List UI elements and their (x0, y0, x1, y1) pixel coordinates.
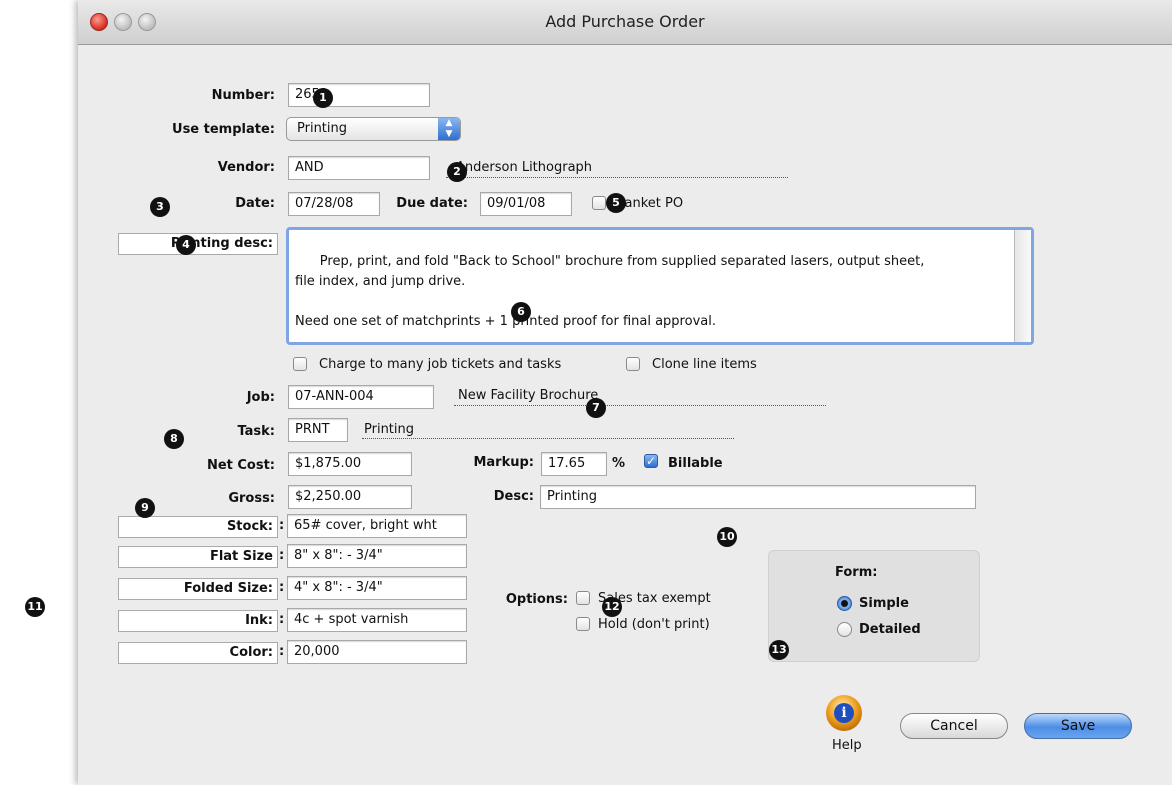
spec-color-colon: : (279, 644, 285, 659)
task-name-underline (362, 438, 734, 439)
template-select[interactable]: Printing ▲ ▼ (286, 117, 461, 141)
form-simple-label: Simple (859, 596, 909, 611)
callout-2: 2 (447, 162, 467, 182)
callout-4: 4 (176, 235, 196, 255)
form-simple-radio[interactable] (837, 596, 852, 611)
number-field[interactable]: 2651 (288, 83, 430, 107)
spec-flat-size-label: Flat Size (118, 546, 278, 568)
info-icon: i (834, 703, 854, 723)
spec-folded-size-label: Folded Size: (118, 578, 278, 600)
spec-stock-colon: : (279, 518, 285, 533)
callout-1: 1 (313, 88, 333, 108)
line-desc-field[interactable]: Printing (540, 485, 976, 509)
spec-folded-size-colon: : (279, 580, 285, 595)
help-label: Help (832, 738, 862, 753)
desc-textarea[interactable]: Prep, print, and fold "Back to School" b… (286, 227, 1034, 345)
form-detailed-radio[interactable] (837, 622, 852, 637)
job-label: Job: (246, 390, 275, 405)
line-desc-label: Desc: (493, 489, 534, 504)
callout-7: 7 (586, 398, 606, 418)
select-arrows-icon: ▲ ▼ (438, 118, 460, 140)
markup-label: Markup: (473, 455, 534, 470)
callout-8: 8 (164, 429, 184, 449)
desc-text: Prep, print, and fold "Back to School" b… (295, 254, 925, 329)
options-label: Options: (505, 592, 568, 607)
markup-unit: % (612, 456, 626, 471)
date-label: Date: (235, 196, 275, 211)
form-content: Number: 2651 Use template: Printing ▲ ▼ V… (78, 45, 1172, 785)
spec-ink-field[interactable]: 4c + spot varnish (287, 608, 467, 632)
cancel-button[interactable]: Cancel (900, 713, 1008, 739)
spec-ink-colon: : (279, 612, 285, 627)
form-detailed-label: Detailed (859, 622, 921, 637)
title-bar: Add Purchase Order (78, 0, 1172, 45)
callout-11: 11 (25, 597, 45, 617)
blanket-po-checkbox[interactable] (592, 196, 606, 210)
callout-3: 3 (150, 197, 170, 217)
template-label: Use template: (172, 122, 275, 137)
spec-color-label: Color: (118, 642, 278, 664)
callout-6: 6 (511, 302, 531, 322)
net-cost-label: Net Cost: (206, 458, 275, 473)
charge-many-checkbox[interactable] (293, 357, 307, 371)
spec-color-field[interactable]: 20,000 (287, 640, 467, 664)
callout-12: 12 (602, 597, 622, 617)
template-select-value: Printing (297, 121, 348, 136)
vendor-label: Vendor: (217, 160, 275, 175)
save-button[interactable]: Save (1024, 713, 1132, 739)
vendor-code-field[interactable]: AND (288, 156, 430, 180)
charge-many-label: Charge to many job tickets and tasks (319, 357, 562, 372)
markup-field[interactable]: 17.65 (541, 452, 607, 476)
desc-scrollbar[interactable] (1014, 230, 1031, 342)
spec-stock-label: Stock: (118, 516, 278, 538)
callout-9: 9 (135, 498, 155, 518)
gross-field[interactable]: $2,250.00 (288, 485, 412, 509)
help-button[interactable]: i (826, 695, 862, 731)
billable-checkbox[interactable]: ✓ (644, 454, 658, 468)
gross-label: Gross: (228, 491, 275, 506)
task-name: Printing (364, 422, 415, 437)
task-field[interactable]: PRNT (288, 418, 348, 442)
form-type-box: Form: Simple Detailed (768, 550, 980, 662)
window-title: Add Purchase Order (545, 12, 705, 31)
number-label: Number: (211, 88, 275, 103)
job-field[interactable]: 07-ANN-004 (288, 385, 434, 409)
sales-tax-exempt-checkbox[interactable] (576, 591, 590, 605)
date-field[interactable]: 07/28/08 (288, 192, 380, 216)
clone-line-items-label: Clone line items (652, 357, 757, 372)
clone-line-items-checkbox[interactable] (626, 357, 640, 371)
job-name: New Facility Brochure (458, 388, 599, 403)
spec-flat-size-colon: : (279, 548, 285, 563)
due-date-label: Due date: (396, 196, 468, 211)
billable-label: Billable (668, 456, 723, 471)
hold-checkbox[interactable] (576, 617, 590, 631)
vendor-name-underline (446, 177, 788, 178)
spec-stock-field[interactable]: 65# cover, bright wht (287, 514, 467, 538)
due-date-field[interactable]: 09/01/08 (480, 192, 572, 216)
spec-flat-size-field[interactable]: 8" x 8": - 3/4" (287, 544, 467, 568)
hold-label: Hold (don't print) (598, 617, 710, 632)
callout-5: 5 (606, 193, 626, 213)
callout-10: 10 (717, 527, 737, 547)
spec-ink-label: Ink: (118, 610, 278, 632)
spec-folded-size-field[interactable]: 4" x 8": - 3/4" (287, 576, 467, 600)
job-name-underline (454, 405, 826, 406)
callout-13: 13 (769, 640, 789, 660)
vendor-name: Anderson Lithograph (456, 160, 593, 175)
add-purchase-order-window: Add Purchase Order Number: 2651 Use temp… (78, 0, 1172, 785)
net-cost-field[interactable]: $1,875.00 (288, 452, 412, 476)
desc-label: Printing desc: (118, 233, 278, 255)
form-type-label: Form: (835, 565, 878, 580)
